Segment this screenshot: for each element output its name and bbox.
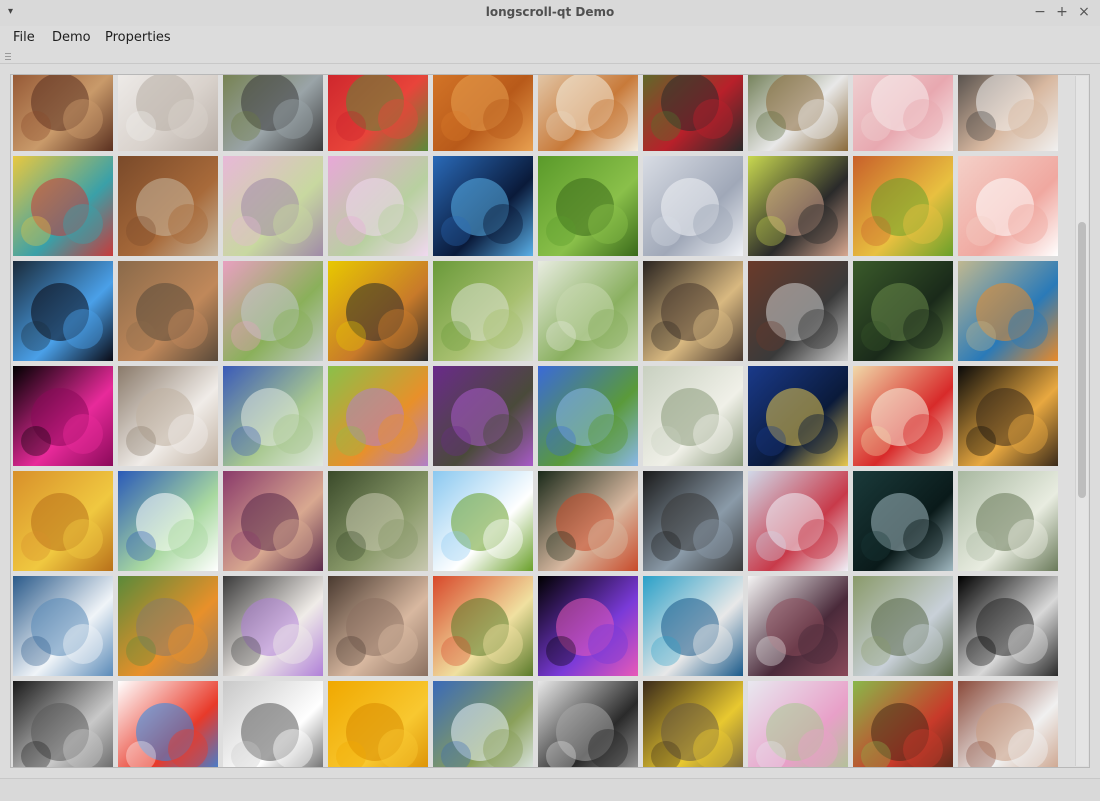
image-tile-strawberries[interactable] xyxy=(328,75,428,151)
image-tile-man-lying-grass[interactable] xyxy=(538,156,638,256)
image-tile-woman-white-shirt[interactable] xyxy=(748,471,848,571)
image-tile-barbed-wire-drop[interactable] xyxy=(118,576,218,676)
vertical-scrollbar[interactable] xyxy=(1075,76,1088,766)
close-button[interactable]: × xyxy=(1076,4,1092,20)
image-tile-woman-sitting[interactable] xyxy=(328,576,428,676)
image-tile-figs[interactable] xyxy=(748,576,848,676)
image-tile-blue-flower-jar[interactable] xyxy=(223,366,323,466)
app-window: ▾ longscroll-qt Demo − + × File Demo Pro… xyxy=(0,0,1100,801)
title-bar[interactable]: ▾ longscroll-qt Demo − + × xyxy=(0,0,1100,27)
image-tile-pink-carnation[interactable] xyxy=(853,75,953,151)
image-tile-pink-smoke[interactable] xyxy=(13,366,113,466)
image-tile-ocean-waves[interactable] xyxy=(13,576,113,676)
menu-bar: File Demo Properties xyxy=(0,26,1100,50)
image-tile-purple-gerbera[interactable] xyxy=(538,576,638,676)
image-tile-funny-horses[interactable] xyxy=(118,156,218,256)
image-tile-stork-nest[interactable] xyxy=(748,75,848,151)
image-tile-rubiks-cubes[interactable] xyxy=(118,681,218,767)
scrollbar-thumb[interactable] xyxy=(1078,222,1086,498)
image-tile-candles-dark[interactable] xyxy=(958,366,1058,466)
image-tile-pink-tulips[interactable] xyxy=(223,261,323,361)
image-tile-yellow-petal[interactable] xyxy=(328,681,428,767)
image-tile-harp-player[interactable] xyxy=(13,681,113,767)
image-tile-book-flowers[interactable] xyxy=(118,366,218,466)
status-bar xyxy=(0,778,1100,801)
image-tile-flower-crown[interactable] xyxy=(433,576,533,676)
image-tile-frosty-field[interactable] xyxy=(958,471,1058,571)
minimize-button[interactable]: − xyxy=(1032,4,1048,20)
image-tile-kingfisher[interactable] xyxy=(958,261,1058,361)
image-tile-pink-tulips-light[interactable] xyxy=(748,681,848,767)
image-tile-misty-valley[interactable] xyxy=(328,471,428,571)
image-tile-blue-clocks[interactable] xyxy=(643,576,743,676)
image-tile-peacock-butterfly[interactable] xyxy=(853,681,953,767)
image-tile-chess-cup[interactable] xyxy=(538,681,638,767)
menu-demo[interactable]: Demo xyxy=(52,29,91,47)
image-tile-ladybug[interactable] xyxy=(328,261,428,361)
image-tile-woman-red-skirt[interactable] xyxy=(643,75,743,151)
image-tile-silhouette-window[interactable] xyxy=(643,471,743,571)
image-tile-green-hills[interactable] xyxy=(433,261,533,361)
image-tile-bird-on-camera[interactable] xyxy=(223,75,323,151)
image-tile-strawberry-cake[interactable] xyxy=(853,366,953,466)
image-tile-woman-guitar[interactable] xyxy=(538,471,638,571)
image-tile-book-violets[interactable] xyxy=(223,576,323,676)
image-tile-dark-cat[interactable] xyxy=(853,471,953,571)
image-tile-turntable-laptop[interactable] xyxy=(748,261,848,361)
image-tile-pink-rose[interactable] xyxy=(958,156,1058,256)
image-tile-woven-pattern[interactable] xyxy=(118,471,218,571)
image-scroll-area[interactable] xyxy=(10,74,1090,768)
image-tile-mountain-valley[interactable] xyxy=(853,576,953,676)
menu-file[interactable]: File xyxy=(13,29,35,47)
image-tile-woman-purple-hair[interactable] xyxy=(223,471,323,571)
image-tile-blonde-woman[interactable] xyxy=(643,261,743,361)
image-tile-woman-hat[interactable] xyxy=(748,156,848,256)
image-tile-purple-crocus[interactable] xyxy=(433,366,533,466)
image-tile-dessert-cups[interactable] xyxy=(538,75,638,151)
image-tile-squirrel-toy[interactable] xyxy=(118,261,218,361)
image-tile-white-hamster[interactable] xyxy=(118,75,218,151)
menu-properties[interactable]: Properties xyxy=(105,29,171,47)
image-tile-cornucopia-veggies[interactable] xyxy=(853,156,953,256)
image-tile-spoon-dark[interactable] xyxy=(958,576,1058,676)
image-tile-snow-mountain[interactable] xyxy=(643,156,743,256)
image-tile-horses-sign[interactable] xyxy=(13,75,113,151)
image-tile-retro-woman-tray[interactable] xyxy=(13,156,113,256)
image-tile-butterfly-flower[interactable] xyxy=(328,366,428,466)
image-tile-piano-rose[interactable] xyxy=(643,681,743,767)
image-tile-camera-closeup[interactable] xyxy=(748,366,848,466)
toolbar-grip[interactable] xyxy=(5,53,11,61)
image-tile-blue-fish-art[interactable] xyxy=(433,156,533,256)
image-tile-white-blossoms-sky[interactable] xyxy=(433,471,533,571)
image-tile-white-doves[interactable] xyxy=(223,681,323,767)
image-tile-woman-green[interactable] xyxy=(853,261,953,361)
image-tile-orange-cat[interactable] xyxy=(433,75,533,151)
window-title: longscroll-qt Demo xyxy=(485,5,615,19)
image-tile-woman-cards[interactable] xyxy=(958,75,1058,151)
image-tile-cherry-blossom-path[interactable] xyxy=(223,156,323,256)
image-tile-glowing-face[interactable] xyxy=(13,261,113,361)
image-tile-country-road[interactable] xyxy=(433,681,533,767)
image-tile-woman-white-top[interactable] xyxy=(958,681,1058,767)
image-tile-pink-flowers[interactable] xyxy=(328,156,428,256)
image-tile-white-roses[interactable] xyxy=(538,261,638,361)
image-tile-chevron-pattern[interactable] xyxy=(13,471,113,571)
maximize-button[interactable]: + xyxy=(1054,4,1070,20)
image-tile-frosty-meadow[interactable] xyxy=(643,366,743,466)
image-tile-cornflowers[interactable] xyxy=(538,366,638,466)
toolbar-divider xyxy=(0,63,1100,64)
